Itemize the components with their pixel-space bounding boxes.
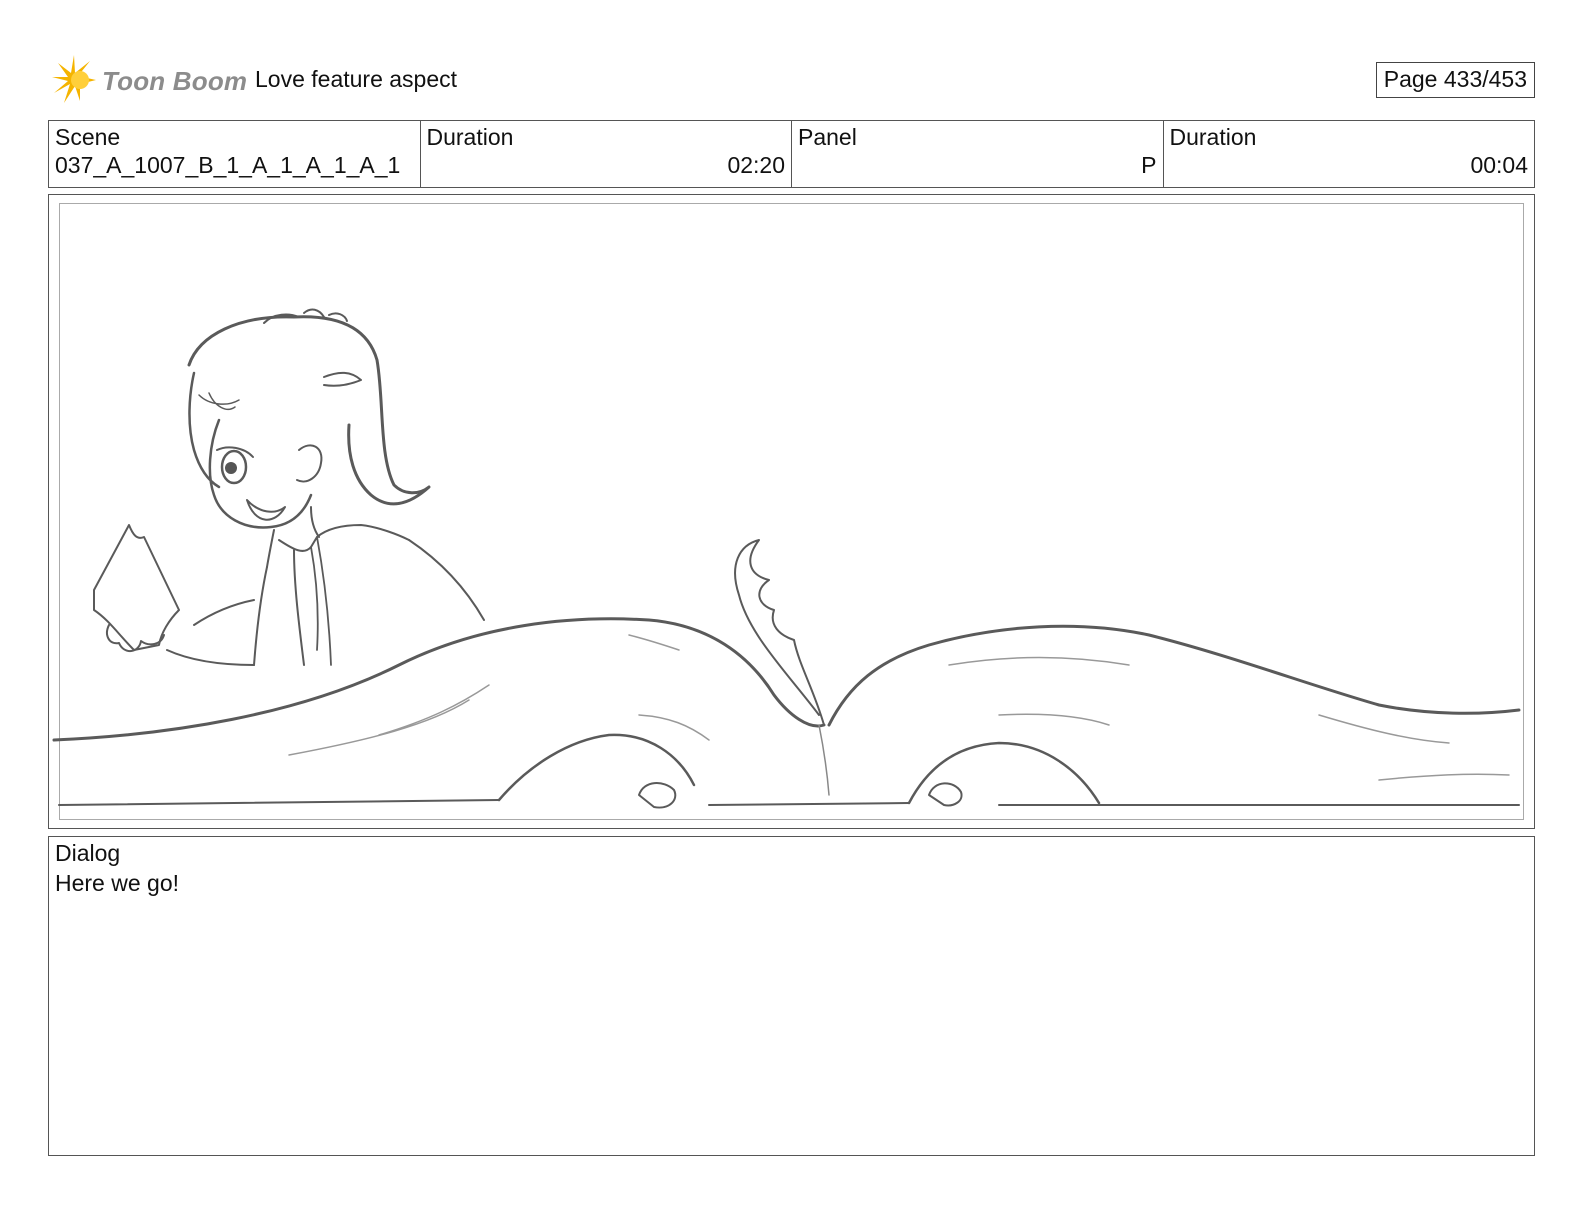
logo-text: Toon Boom (102, 66, 248, 96)
sketch-page-flap (734, 539, 825, 726)
sketch-arm (166, 599, 255, 666)
sketch-torso (253, 539, 485, 666)
scene-cell: Scene 037_A_1007_B_1_A_1_A_1_A_1 (49, 121, 421, 187)
panel-duration-cell: Duration 00:04 (1164, 121, 1535, 187)
sketch-arch-right (907, 741, 1101, 805)
starburst-icon (52, 55, 96, 103)
scene-label: Scene (55, 124, 121, 150)
scene-duration-label: Duration (426, 124, 514, 150)
sketch-bangs (198, 392, 240, 411)
sketch-collar (278, 524, 410, 552)
sketch-table (58, 799, 1520, 806)
panel-duration-value: 00:04 (1470, 152, 1528, 178)
page-number-badge: Page 433/453 (1375, 62, 1535, 98)
scene-duration-value: 02:20 (727, 152, 785, 178)
sketch-book-right-shade (948, 656, 1510, 781)
sketch-hand-left (638, 782, 677, 809)
toon-boom-logo: Toon Boom (50, 53, 247, 107)
scene-info-table: Scene 037_A_1007_B_1_A_1_A_1_A_1 Duratio… (48, 120, 1535, 188)
page-header: Toon Boom Love feature aspect Page 433/4… (50, 50, 1535, 108)
sketch-lapel (310, 536, 332, 666)
sketch-book-left-shade (288, 634, 710, 756)
storyboard-panel (48, 194, 1535, 829)
sketch-hand-right (928, 782, 963, 807)
sketch-neck (266, 506, 320, 568)
panel-sketch (52, 308, 1521, 809)
sketch-book-right (827, 624, 1521, 727)
sketch-hair-strand (323, 371, 362, 387)
sketch-arch-left (497, 733, 696, 802)
panel-cell: Panel P (792, 121, 1164, 187)
sketch-mouth (246, 499, 286, 521)
scene-value: 037_A_1007_B_1_A_1_A_1_A_1 (55, 152, 401, 178)
panel-value: P (1141, 152, 1157, 178)
panel-label: Panel (798, 124, 857, 150)
sketch-face (208, 418, 313, 529)
dialog-label: Dialog (55, 840, 121, 866)
sketch-book-left (52, 617, 826, 742)
sketch-ear (296, 444, 323, 483)
scene-duration-cell: Duration 02:20 (421, 121, 792, 187)
dialog-box: Dialog Here we go! (48, 836, 1535, 1156)
project-title: Love feature aspect (255, 66, 458, 92)
sketch-spine (818, 724, 830, 796)
panel-duration-label: Duration (1169, 124, 1257, 150)
dialog-text: Here we go! (55, 870, 180, 896)
